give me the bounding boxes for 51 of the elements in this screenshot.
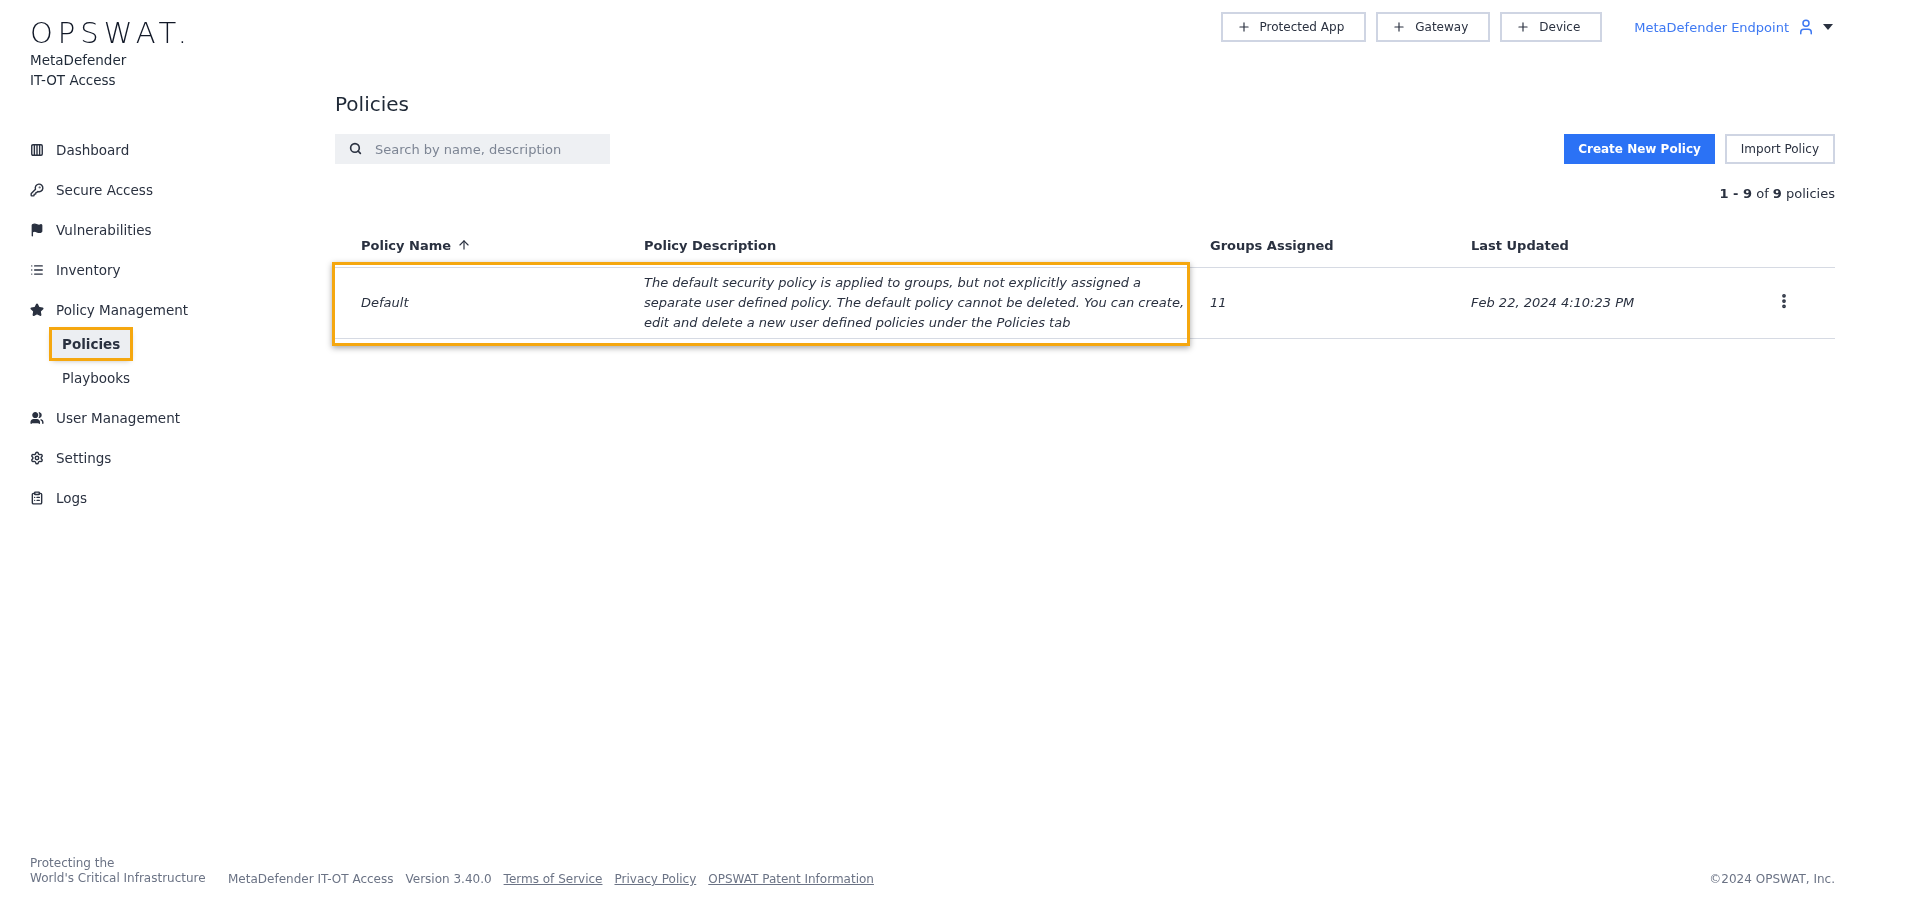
column-header[interactable]: Last Updated bbox=[1471, 237, 1569, 253]
gear-icon bbox=[30, 451, 44, 465]
copyright: ©2024 OPSWAT, Inc. bbox=[1709, 872, 1835, 886]
columns-icon bbox=[30, 143, 44, 157]
create-button[interactable]: Create New Policy bbox=[1564, 134, 1715, 164]
nav-item[interactable]: Settings bbox=[30, 438, 112, 478]
footer-link[interactable]: Privacy Policy bbox=[614, 872, 697, 886]
list-icon bbox=[30, 263, 44, 277]
table-cell-text: The default security policy is applied to groups, but not explicitly assigned a separate user defined policy. The default policy cannot be deleted. You can create, edit and delete a new user defined policies under the Policies tab bbox=[644, 274, 1186, 332]
key-icon bbox=[30, 183, 44, 197]
nav-item[interactable]: Secure Access bbox=[30, 170, 153, 210]
nav-subitem[interactable]: Policies bbox=[52, 330, 131, 358]
footer-text: MetaDefender IT-OT Access bbox=[228, 872, 394, 886]
nav-item[interactable]: Logs bbox=[30, 478, 88, 518]
add-button[interactable]: Device bbox=[1500, 12, 1603, 42]
clipboard-icon bbox=[30, 491, 44, 505]
user-icon[interactable] bbox=[1797, 18, 1815, 36]
caret-icon[interactable] bbox=[1823, 24, 1833, 30]
people-icon bbox=[30, 411, 44, 425]
tagline: Protecting the bbox=[30, 856, 116, 871]
nav-item[interactable]: Policy Management bbox=[30, 290, 189, 330]
add-button[interactable]: Gateway bbox=[1376, 12, 1491, 42]
account-link[interactable]: MetaDefender Endpoint bbox=[1634, 19, 1789, 35]
page-title: Policies bbox=[335, 92, 409, 116]
nav-item[interactable]: Dashboard bbox=[30, 130, 130, 170]
tagline: World's Critical Infrastructure bbox=[30, 871, 207, 886]
nav-item[interactable]: Inventory bbox=[30, 250, 121, 290]
table-cell-text: Default bbox=[361, 294, 410, 312]
logo: OPSWAT. bbox=[30, 16, 192, 50]
import-button[interactable]: Import Policy bbox=[1724, 134, 1835, 164]
footer-link[interactable]: OPSWAT Patent Information bbox=[708, 872, 874, 886]
nav-subitem[interactable]: Playbooks bbox=[52, 364, 141, 392]
plus-icon bbox=[1516, 20, 1531, 34]
table-cell-text: 11 bbox=[1210, 294, 1228, 312]
add-button[interactable]: Protected App bbox=[1220, 12, 1367, 42]
footer-text: Version 3.40.0 bbox=[405, 872, 492, 886]
column-header[interactable]: Groups Assigned bbox=[1210, 237, 1334, 253]
column-header[interactable]: Policy Name bbox=[361, 237, 452, 253]
plus-icon bbox=[1392, 20, 1407, 34]
result-count: 1 - 9 of 9 policies bbox=[1719, 186, 1835, 201]
search-field[interactable]: Search by name, description bbox=[335, 134, 610, 164]
nav-item[interactable]: Vulnerabilities bbox=[30, 210, 152, 250]
plus-icon bbox=[1236, 20, 1251, 34]
flag-icon bbox=[30, 223, 44, 237]
table-cell-text: Feb 22, 2024 4:10:23 PM bbox=[1471, 294, 1636, 312]
product-name: MetaDefender bbox=[30, 51, 127, 70]
footer-link[interactable]: Terms of Service bbox=[503, 872, 603, 886]
column-header[interactable]: Policy Description bbox=[644, 237, 777, 253]
star-icon bbox=[30, 303, 44, 317]
product-name: IT-OT Access bbox=[30, 71, 116, 90]
nav-item[interactable]: User Management bbox=[30, 398, 180, 438]
